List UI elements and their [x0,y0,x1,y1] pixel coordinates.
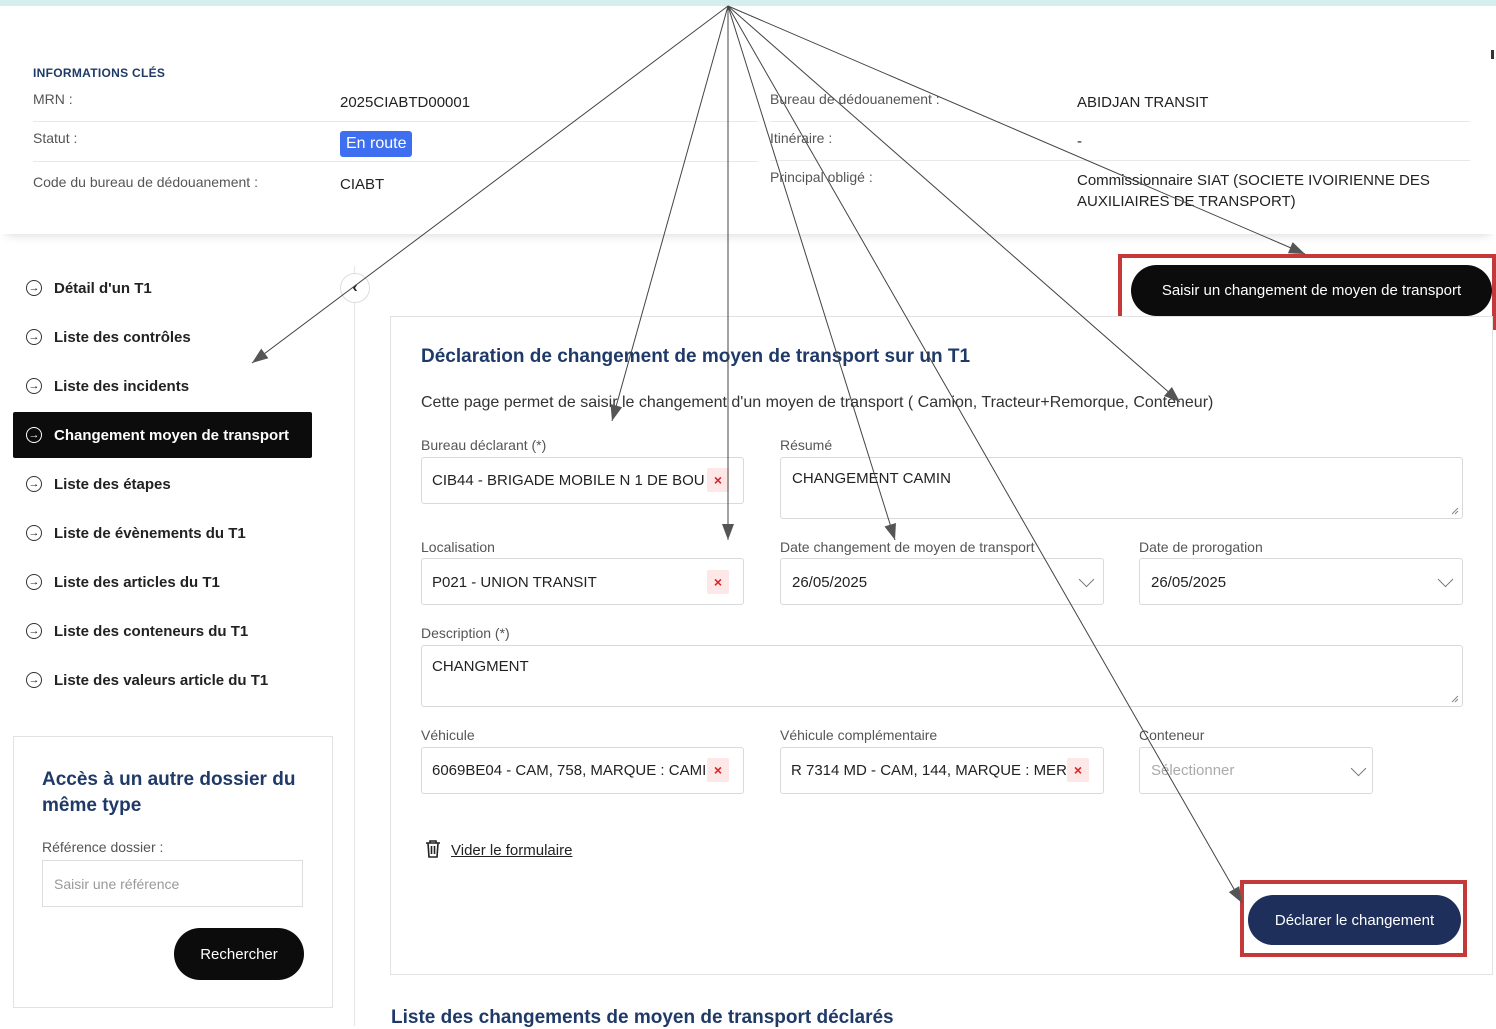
key-info-title: INFORMATIONS CLÉS [33,66,166,80]
clear-icon[interactable]: × [707,570,729,594]
clear-icon[interactable]: × [1067,758,1089,782]
search-button[interactable]: Rechercher [174,928,304,980]
clear-icon[interactable]: × [707,468,729,492]
reference-label: Référence dossier : [42,839,164,855]
highlight-box [1240,880,1467,957]
vehicule-complementaire-value: R 7314 MD - CAM, 144, MARQUE : MERCEDES [791,762,1066,779]
description-textarea[interactable] [421,645,1463,707]
arrow-circle-right-icon: → [26,378,42,394]
date-prorogation-value: 26/05/2025 [1151,574,1227,591]
status-badge: En route [340,131,413,157]
code-bureau-label: Code du bureau de dédouanement : [33,174,258,190]
statut-label: Statut : [33,130,78,146]
resize-grip-icon[interactable] [1451,695,1459,703]
form-description: Cette page permet de saisir le changemen… [421,394,1214,411]
collapse-sidebar-button[interactable]: ‹ [340,273,370,303]
arrow-circle-right-icon: → [26,672,42,688]
principal-value-line2: AUXILIAIRES DE TRANSPORT) [1077,193,1296,210]
sidebar-item-conteneurs[interactable]: → Liste des conteneurs du T1 [13,608,312,654]
localisation-label: Localisation [421,539,495,555]
description-label: Description (*) [421,625,510,641]
date-prorogation-label: Date de prorogation [1139,539,1263,555]
arrow-circle-right-icon: → [26,623,42,639]
vehicule-complementaire-label: Véhicule complémentaire [780,727,938,743]
conteneur-label: Conteneur [1139,727,1205,743]
access-title: Accès à un autre dossier du même type [42,769,296,816]
access-other-file-panel: Accès à un autre dossier du même type Ré… [13,736,333,1008]
resize-grip-icon[interactable] [1451,507,1459,515]
key-info-divider [770,160,1470,161]
conteneur-placeholder: Sélectionner [1151,762,1235,779]
sidebar-item-label: Détail d'un T1 [54,279,152,297]
arrow-circle-right-icon: → [26,525,42,541]
itineraire-label: Itinéraire : [770,130,833,146]
sidebar-item-label: Liste des incidents [54,377,190,395]
annotation-arrowhead [1287,242,1305,254]
resume-label: Résumé [780,437,833,453]
resume-value: CHANGEMENT CAMIN [792,470,951,487]
form-title: Déclaration de changement de moyen de tr… [421,346,971,367]
sidebar-item-valeurs-article[interactable]: → Liste des valeurs article du T1 [13,657,312,703]
date-changement-value: 26/05/2025 [792,574,868,591]
sidebar-item-label: Liste de évènements du T1 [54,524,246,542]
key-info-divider [33,161,758,162]
sidebar-item-etapes[interactable]: → Liste des étapes [13,461,312,507]
itineraire-value: - [1077,133,1082,150]
vehicule-label: Véhicule [421,727,475,743]
arrow-circle-right-icon: → [26,476,42,492]
code-bureau-value: CIABT [340,176,385,193]
sidebar-item-incidents[interactable]: → Liste des incidents [13,363,312,409]
description-value: CHANGMENT [432,658,529,675]
principal-label: Principal obligé : [770,169,873,185]
mrn-label: MRN : [33,91,73,107]
sidebar-item-label: Changement moyen de transport [54,426,290,444]
sidebar-item-label: Liste des articles du T1 [54,573,220,591]
clear-icon[interactable]: × [707,758,729,782]
key-info-divider [33,121,758,122]
principal-value-line1: Commissionnaire SIAT (SOCIETE IVOIRIENNE… [1077,172,1430,189]
key-info-divider [770,121,1470,122]
date-changement-label: Date changement de moyen de transport [780,539,1035,555]
sidebar-item-changement-transport[interactable]: → Changement moyen de transport [13,412,312,458]
trash-icon[interactable] [425,840,441,858]
sidebar-item-label: Liste des conteneurs du T1 [54,622,249,640]
sidebar-item-evenements[interactable]: → Liste de évènements du T1 [13,510,312,556]
localisation-value: P021 - UNION TRANSIT [432,574,597,591]
bureau-label: Bureau de dédouanement : [770,91,940,107]
clear-form-link[interactable]: Vider le formulaire [451,842,572,859]
resume-textarea[interactable] [780,457,1463,519]
bureau-declarant-label: Bureau déclarant (*) [421,437,547,453]
mrn-value: 2025CIABTD00001 [340,94,471,111]
sidebar-divider [354,266,355,1026]
edge-marker [1491,50,1494,59]
bureau-value: ABIDJAN TRANSIT [1077,94,1209,111]
vehicule-value: 6069BE04 - CAM, 758, MARQUE : CAMION [432,762,707,779]
sidebar-item-articles[interactable]: → Liste des articles du T1 [13,559,312,605]
sidebar-item-label: Liste des contrôles [54,328,191,346]
arrow-circle-right-icon: → [26,280,42,296]
reference-input[interactable] [42,860,303,907]
bureau-declarant-value: CIB44 - BRIGADE MOBILE N 1 DE BOUAKE [432,472,704,489]
sidebar-item-controles[interactable]: → Liste des contrôles [13,314,312,360]
arrow-circle-right-icon: → [26,427,42,443]
sidebar-item-detail[interactable]: → Détail d'un T1 [13,265,312,311]
chevron-left-icon: ‹ [352,279,358,296]
arrow-circle-right-icon: → [26,329,42,345]
sidebar-item-label: Liste des étapes [54,475,171,493]
sidebar-item-label: Liste des valeurs article du T1 [54,671,269,689]
arrow-circle-right-icon: → [26,574,42,590]
